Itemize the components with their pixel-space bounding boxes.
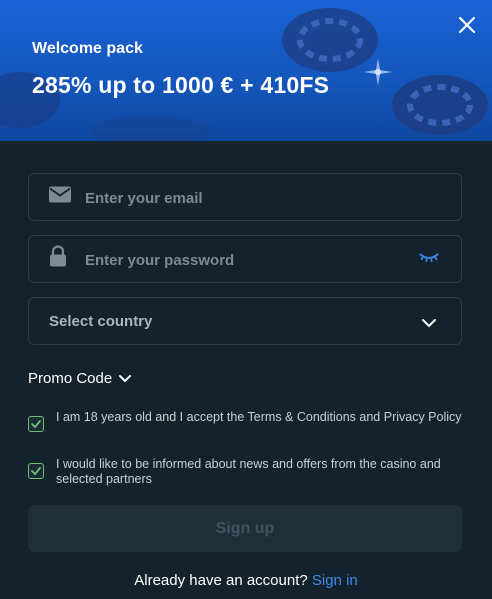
promo-code-label: Promo Code (28, 370, 113, 387)
close-button[interactable] (456, 14, 478, 36)
casino-chips-decoration (0, 8, 488, 141)
password-input[interactable] (83, 236, 407, 284)
registration-modal: Welcome pack 285% up to 1000 € + 410FS E… (0, 0, 492, 599)
signup-button[interactable]: Sign up (28, 505, 462, 552)
checkmark-icon (31, 467, 41, 476)
welcome-banner: Welcome pack 285% up to 1000 € + 410FS (0, 0, 492, 141)
chevron-down-icon (421, 315, 437, 333)
signin-prompt-text: Already have an account? (134, 572, 308, 589)
lock-icon (49, 245, 67, 273)
email-field[interactable] (28, 173, 462, 222)
banner-subtitle: Welcome pack (32, 40, 143, 57)
close-icon (458, 16, 476, 34)
password-field[interactable] (28, 235, 462, 284)
chevron-down-icon (119, 375, 132, 383)
terms-text: I am 18 years old and I accept the Terms… (56, 410, 462, 424)
terms-checkbox[interactable] (28, 416, 44, 432)
email-input[interactable] (83, 174, 407, 222)
signin-link[interactable]: Sign in (312, 572, 358, 589)
consent-news-row: I would like to be informed about news a… (28, 457, 462, 487)
mail-icon (49, 186, 71, 208)
news-text: I would like to be informed about news a… (56, 457, 441, 486)
signin-prompt: Already have an account? Sign in (0, 572, 492, 589)
country-select-label: Select country (49, 313, 153, 330)
news-checkbox[interactable] (28, 463, 44, 479)
banner-title: 285% up to 1000 € + 410FS (32, 72, 330, 98)
eye-closed-icon[interactable] (419, 250, 439, 268)
country-select[interactable]: Select country (28, 297, 462, 345)
checkmark-icon (31, 420, 41, 429)
promo-code-toggle[interactable]: Promo Code (28, 370, 132, 387)
consent-terms-row: I am 18 years old and I accept the Terms… (28, 410, 462, 432)
